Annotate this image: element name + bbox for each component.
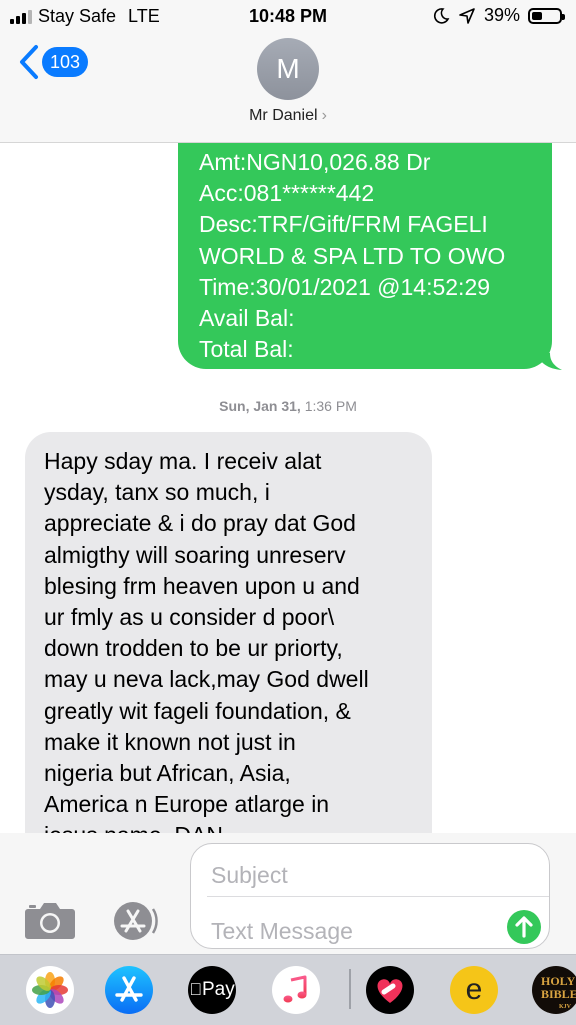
timestamp-day: Sun, Jan 31, [219,398,301,414]
received-message-bubble[interactable]: Hapy sday ma. I receiv alat ysday, tanx … [25,432,432,833]
imessage-app-drawer: Pay e HOLY BIBLE KJV [0,954,576,1025]
bible-app-sublabel: KJV [559,1004,571,1010]
do-not-disturb-moon-icon [433,7,450,24]
heart-sticker-app-icon[interactable] [366,966,414,1014]
message-input-box[interactable]: Subject Text Message [190,843,550,949]
received-message-line: jesus name. DAN [44,820,418,833]
e-app-label: e [465,973,483,1006]
received-message-line: ur fmly as u consider d poor\ [44,604,335,631]
sent-bubble-tail [536,353,562,370]
received-message-line: nigeria but African, Asia, [44,760,291,787]
sent-message-bubble[interactable]: Amt:NGN10,026.88 Dr Acc:081******442 Des… [178,143,552,369]
received-message-line: Hapy sday ma. I receiv alat [44,448,322,474]
apple-pay-icon[interactable]: Pay [188,966,236,1014]
field-divider [207,896,549,897]
battery-level [532,11,542,20]
app-store-icon[interactable] [106,900,160,942]
received-message-line: down trodden to be ur priorty, [44,635,343,662]
sent-message-line: Amt:NGN10,026.88 Dr [199,149,431,175]
e-app-icon[interactable]: e [450,966,498,1014]
back-chevron-icon[interactable] [18,44,40,80]
sent-message-line: Total Bal: [199,336,294,363]
timestamp-time: 1:36 PM [304,398,357,414]
location-arrow-icon [459,7,475,24]
message-thread[interactable]: Amt:NGN10,026.88 Dr Acc:081******442 Des… [0,143,576,833]
received-message-line: blesing frm heaven upon u and [44,572,360,599]
received-message-line: greatly wit fageli foundation, & [44,697,351,724]
back-button-unread-count[interactable]: 103 [42,47,89,77]
battery-percent: 39% [483,5,520,25]
received-message-line: ysday, tanx so much, i [44,479,270,506]
app-drawer-divider [349,969,351,1009]
subject-input[interactable]: Subject [211,862,288,889]
text-message-input[interactable]: Text Message [211,918,353,945]
received-message-line: make it known not just in [44,728,296,755]
chevron-right-icon: › [321,107,327,124]
app-store-app-icon[interactable] [105,966,153,1014]
photos-app-icon[interactable] [26,966,74,1014]
sent-message-line: Time:30/01/2021 @14:52:29 [199,273,491,300]
bible-app-label: HOLY BIBLE [541,974,576,1001]
received-message-line: almigthy will soaring unreserv [44,541,346,568]
received-message-line: America n Europe atlarge in [44,791,330,818]
send-button[interactable] [507,910,541,944]
arrow-up-icon [515,916,533,938]
sent-message-line: Acc:081******442 [199,180,375,207]
apple-pay-label: Pay [195,979,235,1000]
received-message-line: may u neva lack,may God dwell [44,666,369,693]
compose-bar: Subject Text Message [0,833,576,954]
contact-name: Mr Daniel [249,107,318,124]
sent-message-line: WORLD & SPA LTD TO OWO [199,242,506,269]
status-bar: Stay Safe LTE 10:48 PM 39% [0,0,576,34]
sent-message-line: Desc:TRF/Gift/FRM FAGELI [199,211,488,238]
camera-icon[interactable] [22,899,78,941]
sent-message-line: Avail Bal: [199,305,295,332]
music-icon[interactable] [272,966,320,1014]
received-message-line: appreciate & i do pray dat God [44,510,356,537]
battery-icon [528,7,565,24]
contact-avatar[interactable]: M [257,38,319,100]
contact-name-button[interactable]: Mr Daniel › [0,107,576,125]
message-timestamp: Sun, Jan 31, 1:36 PM [0,398,576,414]
holy-bible-icon[interactable]: HOLY BIBLE KJV [532,966,576,1014]
